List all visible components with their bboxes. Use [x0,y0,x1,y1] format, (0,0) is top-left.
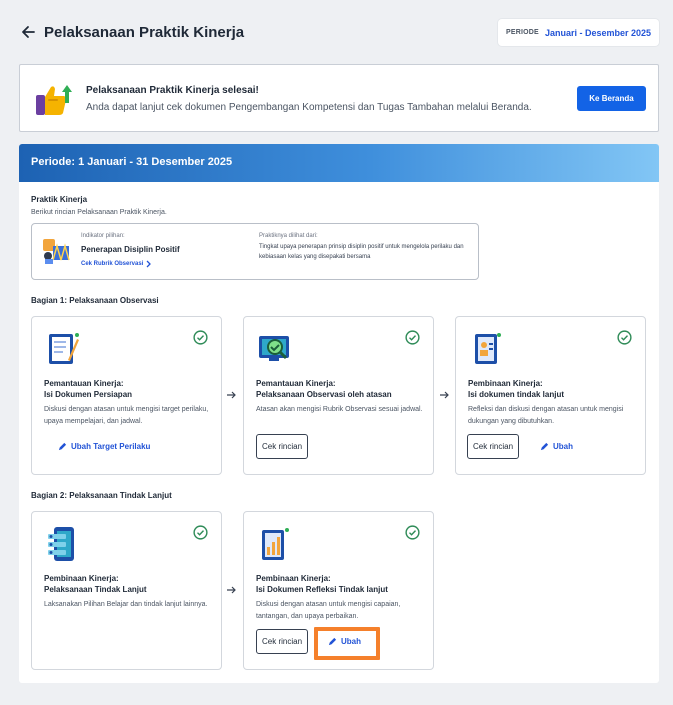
check-circle-icon [405,525,420,540]
go-to-home-button[interactable]: Ke Beranda [577,86,646,111]
chevron-right-icon [146,260,152,268]
cek-rincian-button[interactable]: Cek rincian [256,629,309,654]
top-bar: Pelaksanaan Praktik Kinerja PERIODE Janu… [0,0,673,66]
card-title-line1: Pembinaan Kinerja: [44,574,119,583]
period-value: Januari - Desember 2025 [544,27,651,38]
monitor-magnifier-icon [259,336,289,361]
pencil-icon [328,637,337,646]
card-description: Refleksi dan diskusi dengan atasan untuk… [468,406,624,425]
arrow-right-icon [227,391,236,399]
card-persiapan: Pemantauan Kinerja: Isi Dokumen Persiapa… [31,316,222,475]
seen-label: Praktiknya dilihat dari: [259,233,318,239]
card-refleksi: Pembinaan Kinerja: Isi Dokumen Refleksi … [243,511,434,670]
edit-link[interactable]: Ubah [540,442,573,451]
seen-value: Tingkat upaya penerapan prinsip disiplin… [259,244,464,260]
card-description: Diskusi dengan atasan untuk mengisi capa… [256,601,401,620]
check-circle-icon [193,330,208,345]
indicator-value: Penerapan Disiplin Positif [81,245,180,254]
edit-target-label: Ubah Target Perilaku [71,442,151,451]
cek-rincian-button[interactable]: Cek rincian [256,434,309,459]
pencil-icon [58,442,67,451]
edit-target-link[interactable]: Ubah Target Perilaku [58,442,150,451]
period-selector[interactable]: PERIODE Januari - Desember 2025 [498,19,659,46]
card-description: Diskusi dengan atasan untuk mengisi targ… [44,406,209,425]
card-observasi: Pemantauan Kinerja: Pelaksanaan Observas… [243,316,434,475]
phone-checklist-icon [48,527,74,561]
period-label: PERIODE [506,29,539,36]
indicator-label: Indikator pilihan: [81,233,125,239]
edit-label: Ubah [553,442,573,451]
document-chart-icon [262,528,289,560]
check-circle-icon [193,525,208,540]
period-banner: Periode: 1 Januari - 31 Desember 2025 [19,144,659,182]
document-pen-icon [49,333,79,364]
card-title-line2: Pelaksanaan Observasi oleh atasan [256,390,392,399]
card-pelaksanaan-tindak-lanjut: Pembinaan Kinerja: Pelaksanaan Tindak La… [31,511,222,670]
period-banner-text: Periode: 1 Januari - 31 Desember 2025 [31,156,233,168]
check-circle-icon [617,330,632,345]
notice-title: Pelaksanaan Praktik Kinerja selesai! [86,85,259,96]
card-title-line1: Pemantauan Kinerja: [256,379,336,388]
edit-label: Ubah [341,637,361,646]
notice-message: Anda dapat lanjut cek dokumen Pengembang… [86,102,532,113]
discipline-illustration-icon [43,239,70,264]
page-title: Pelaksanaan Praktik Kinerja [44,24,245,41]
edit-link[interactable]: Ubah [328,637,361,646]
card-title-line1: Pembinaan Kinerja: [468,379,543,388]
cek-rincian-button[interactable]: Cek rincian [467,434,520,459]
section-1-title: Bagian 1: Pelaksanaan Observasi [31,296,159,305]
pencil-icon [540,442,549,451]
card-title-line1: Pembinaan Kinerja: [256,574,331,583]
rubrik-link[interactable]: Cek Rubrik Observasi [81,260,152,268]
thumbs-up-trophy-icon [36,85,72,115]
indicator-box: Indikator pilihan: Penerapan Disiplin Po… [31,223,479,280]
arrow-right-icon [440,391,449,399]
completion-notice: Pelaksanaan Praktik Kinerja selesai! And… [19,64,659,132]
praktik-title: Praktik Kinerja [31,195,88,204]
card-title-line2: Pelaksanaan Tindak Lanjut [44,585,147,594]
rubrik-link-label: Cek Rubrik Observasi [81,261,144,267]
praktik-subtitle: Berikut rincian Pelaksanaan Praktik Kine… [31,209,167,216]
card-title-line2: Isi Dokumen Persiapan [44,390,133,399]
arrow-right-icon [227,586,236,594]
card-title-line1: Pemantauan Kinerja: [44,379,124,388]
check-circle-icon [405,330,420,345]
card-description: Laksanakan Pilihan Belajar dan tindak la… [44,601,208,608]
card-title-line2: Isi Dokumen Refleksi Tindak lanjut [256,585,388,594]
main-panel: Periode: 1 Januari - 31 Desember 2025 Pr… [19,144,659,683]
section-2-title: Bagian 2: Pelaksanaan Tindak Lanjut [31,491,172,500]
card-tindak-lanjut-doc: Pembinaan Kinerja: Isi dokumen tindak la… [455,316,646,475]
card-title-line2: Isi dokumen tindak lanjut [468,390,565,399]
card-description: Atasan akan mengisi Rubrik Observasi ses… [256,406,423,413]
arrow-left-icon[interactable] [20,24,36,40]
document-user-icon [475,333,501,364]
